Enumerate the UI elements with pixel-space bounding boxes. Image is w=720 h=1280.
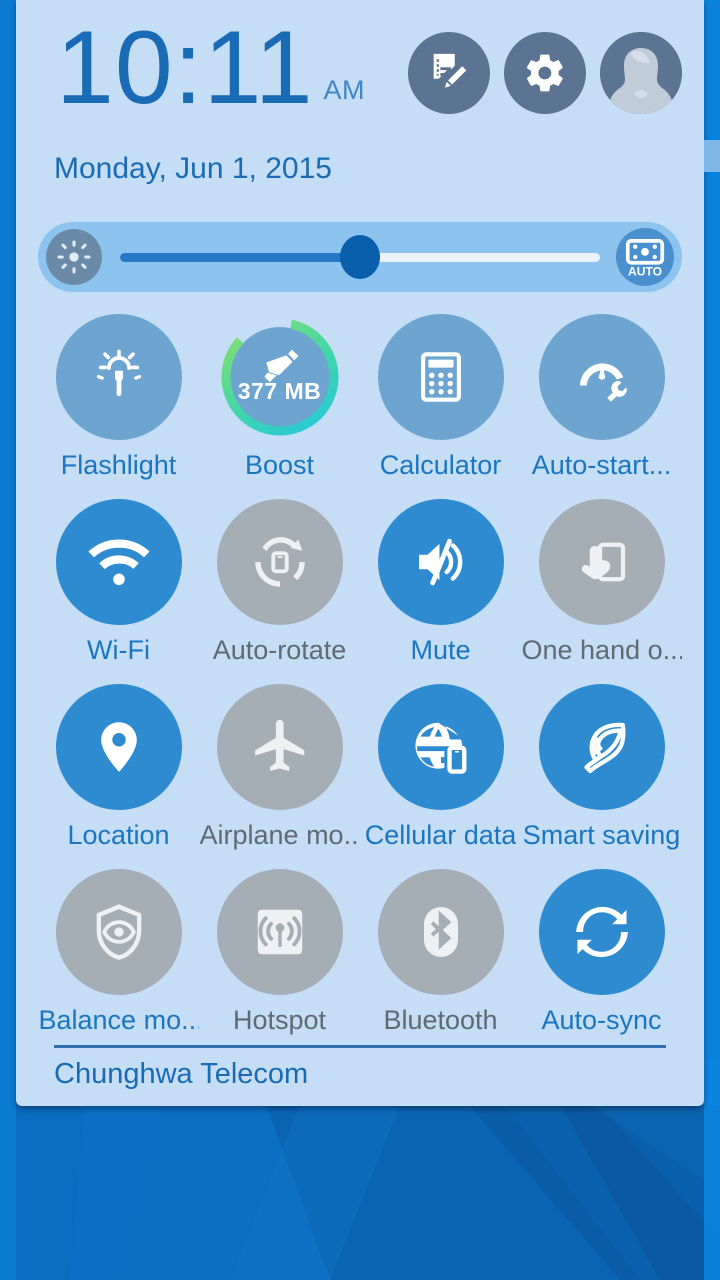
tile-circle [55,869,182,995]
tile-balance-mo[interactable]: Balance mo... [38,869,199,1054]
hotspot-icon [251,903,309,961]
brightness-button[interactable] [46,229,102,285]
tile-auto-start[interactable]: Auto-start... [521,314,682,499]
tile-label: Balance mo... [38,1005,199,1035]
tile-circle [538,499,665,625]
carrier-name: Chunghwa Telecom [54,1058,309,1090]
tile-circle [216,499,343,625]
cellular-data-icon [410,716,472,778]
tile-circle [538,684,665,810]
tile-circle [216,684,343,810]
tile-mute[interactable]: Mute [360,499,521,684]
mute-speaker-icon [410,531,472,593]
auto-rotate-icon [249,531,311,593]
tile-label: Cellular data [364,820,517,850]
brightness-slider[interactable] [120,235,600,279]
settings-button[interactable] [504,32,586,114]
avatar-icon [600,32,682,114]
footer-divider [54,1045,666,1048]
brightness-row: AUTO [38,222,682,292]
auto-sync-icon [570,900,634,964]
clock-meridiem: AM [323,75,366,105]
tile-circle [55,314,182,440]
tile-circle [377,499,504,625]
edit-notes-button[interactable] [408,32,490,114]
tile-circle [55,499,182,625]
tile-circle [538,869,665,995]
tile-circle: 377 MB [217,314,343,440]
panel-header: 10:11 AM Monday, Jun 1, 2015 [16,0,704,200]
tile-circle [377,869,504,995]
tile-label: Mute [410,635,471,665]
tile-calculator[interactable]: Calculator [360,314,521,499]
tile-auto-rotate[interactable]: Auto-rotate [199,499,360,684]
tile-one-hand-o[interactable]: One hand o... [521,499,682,684]
header-actions [408,32,682,114]
tile-bluetooth[interactable]: Bluetooth [360,869,521,1054]
bluetooth-icon [411,902,471,962]
tile-label: Auto-rotate [212,635,347,665]
flashlight-icon [88,346,150,408]
auto-brightness-button[interactable]: AUTO [616,228,674,286]
tile-circle [377,314,504,440]
tile-label: Calculator [379,450,502,480]
tile-label: Wi-Fi [87,635,150,665]
tile-airplane-mo[interactable]: Airplane mo... [199,684,360,869]
tile-circle [377,684,504,810]
user-avatar-button[interactable] [600,32,682,114]
location-pin-icon [88,716,150,778]
tile-circle [55,684,182,810]
smart-saving-leaf-icon [572,717,632,777]
tile-label: Auto-start... [531,450,672,480]
slider-thumb[interactable] [340,235,380,279]
tile-label: Location [67,820,170,850]
tile-boost[interactable]: 377 MB Boost [199,314,360,499]
tile-wi-fi[interactable]: Wi-Fi [38,499,199,684]
clock-time: 10:11 [56,10,314,126]
tile-cellular-data[interactable]: Cellular data [360,684,521,869]
balance-mode-shield-icon [88,901,150,963]
wifi-icon [86,529,152,595]
panel-scrollbar[interactable] [704,140,720,172]
tile-label: Boost [244,450,315,480]
tile-hotspot[interactable]: Hotspot [199,869,360,1054]
slider-fill [120,252,360,262]
one-hand-mode-icon [572,532,632,592]
gear-icon [523,51,567,95]
tile-label: Flashlight [60,450,177,480]
boost-memory-value: 377 MB [237,378,322,404]
quick-settings-panel: 10:11 AM Monday, Jun 1, 2015 AUTO Flashl… [16,0,704,1106]
calculator-icon [412,348,470,406]
clock-widget[interactable]: 10:11 AM [56,16,365,120]
auto-start-manager-icon [572,347,632,407]
airplane-icon [249,716,311,778]
tile-auto-sync[interactable]: Auto-sync [521,869,682,1054]
tile-label: Airplane mo... [199,820,360,850]
tile-label: Bluetooth [383,1005,498,1035]
tile-smart-saving[interactable]: Smart saving [521,684,682,869]
tile-circle [538,314,665,440]
auto-brightness-sensor-icon: AUTO [622,234,668,280]
tile-location[interactable]: Location [38,684,199,869]
tile-flashlight[interactable]: Flashlight [38,314,199,499]
auto-label: AUTO [628,264,662,278]
tile-label: Smart saving [522,820,681,850]
tile-label: One hand o... [521,635,682,665]
quick-settings-grid: Flashlight 377 MB Boost Calculator Auto-star… [38,314,682,1054]
current-date: Monday, Jun 1, 2015 [54,152,332,185]
tile-label: Auto-sync [541,1005,662,1035]
brightness-sun-icon [56,239,92,275]
edit-notes-icon [426,50,472,96]
tile-circle [216,869,343,995]
tile-label: Hotspot [232,1005,327,1035]
